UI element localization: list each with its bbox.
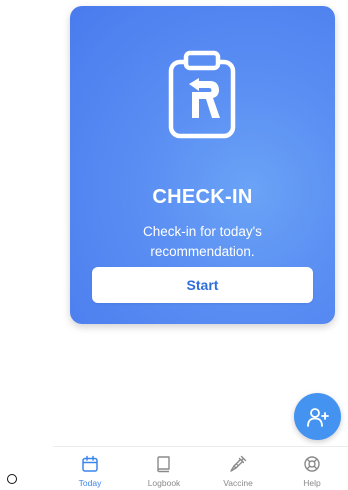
nav-item-vaccine[interactable]: Vaccine	[201, 447, 275, 490]
nav-label-help: Help	[303, 478, 321, 488]
nav-item-today[interactable]: Today	[53, 447, 127, 490]
lifebuoy-icon	[304, 456, 320, 472]
nav-item-help[interactable]: Help	[275, 447, 348, 490]
add-person-icon	[306, 407, 329, 427]
nav-item-logbook[interactable]: Logbook	[127, 447, 201, 490]
syringe-icon	[230, 455, 247, 472]
clipboard-r-icon	[168, 50, 236, 139]
calendar-icon	[82, 455, 98, 472]
checkin-description: Check-in for today's recommendation.	[143, 224, 262, 259]
home-circle-icon[interactable]	[7, 474, 17, 484]
checkin-title: CHECK-IN	[152, 186, 253, 208]
nav-label-vaccine: Vaccine	[223, 478, 253, 488]
start-button[interactable]: Start	[92, 267, 313, 303]
checkin-card: CHECK-IN Check-in for today's recommenda…	[70, 6, 335, 324]
bottom-navigation: Today Logbook Vaccine Help	[53, 446, 348, 490]
nav-label-logbook: Logbook	[147, 478, 181, 488]
book-icon	[157, 456, 170, 473]
add-person-button[interactable]	[294, 393, 341, 440]
nav-label-today: Today	[78, 478, 102, 488]
